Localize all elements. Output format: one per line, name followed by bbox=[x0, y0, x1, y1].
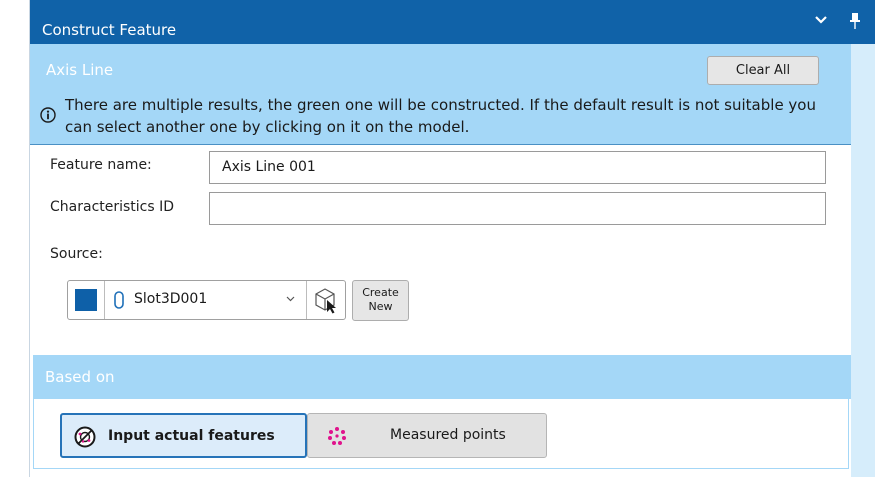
panel-titlebar: Construct Feature bbox=[30, 0, 875, 44]
option-label: Input actual features bbox=[108, 428, 275, 444]
based-on-section-header: Based on bbox=[33, 355, 851, 399]
measured-points-option[interactable]: Measured points bbox=[307, 413, 547, 458]
dropdown-arrow-icon[interactable] bbox=[286, 296, 295, 302]
features-icon bbox=[74, 426, 96, 448]
source-label: Source: bbox=[50, 246, 103, 262]
create-new-label-line1: Create bbox=[362, 286, 399, 299]
points-icon bbox=[328, 427, 346, 445]
panel-title: Construct Feature bbox=[42, 21, 177, 39]
divider bbox=[104, 281, 105, 319]
characteristics-id-input[interactable] bbox=[209, 192, 826, 225]
source-selector: Slot3D001 bbox=[67, 280, 346, 320]
feature-name-input[interactable]: Axis Line 001 bbox=[209, 151, 826, 184]
clear-all-button[interactable]: Clear All bbox=[707, 56, 819, 85]
characteristics-id-label: Characteristics ID bbox=[50, 199, 175, 215]
info-message: There are multiple results, the green on… bbox=[65, 96, 816, 136]
section-title: Based on bbox=[45, 368, 115, 386]
pick-from-model-icon[interactable] bbox=[312, 286, 340, 314]
input-actual-features-option[interactable]: Input actual features bbox=[60, 413, 307, 458]
feature-name-label: Feature name: bbox=[50, 157, 152, 173]
pin-icon[interactable] bbox=[848, 12, 862, 30]
section-title: Axis Line bbox=[46, 61, 114, 79]
source-color-swatch[interactable] bbox=[75, 289, 97, 311]
axis-line-section-header: Axis Line Clear All There are multiple r… bbox=[30, 44, 851, 145]
create-new-label-line2: New bbox=[368, 300, 393, 313]
vertical-scrollbar[interactable] bbox=[851, 44, 875, 477]
option-label: Measured points bbox=[390, 427, 506, 443]
based-on-section-body: Input actual features Measured points bbox=[33, 399, 849, 469]
left-margin bbox=[0, 0, 29, 477]
construct-feature-panel: Construct Feature Axis Line Clear All Th… bbox=[29, 0, 875, 477]
create-new-button[interactable]: Create New bbox=[352, 280, 409, 321]
chevron-down-icon[interactable] bbox=[814, 14, 828, 26]
panel-content: Axis Line Clear All There are multiple r… bbox=[30, 44, 851, 477]
info-icon bbox=[40, 107, 56, 123]
source-dropdown-value[interactable]: Slot3D001 bbox=[134, 291, 207, 307]
slot-icon bbox=[114, 291, 124, 309]
divider bbox=[306, 281, 307, 319]
